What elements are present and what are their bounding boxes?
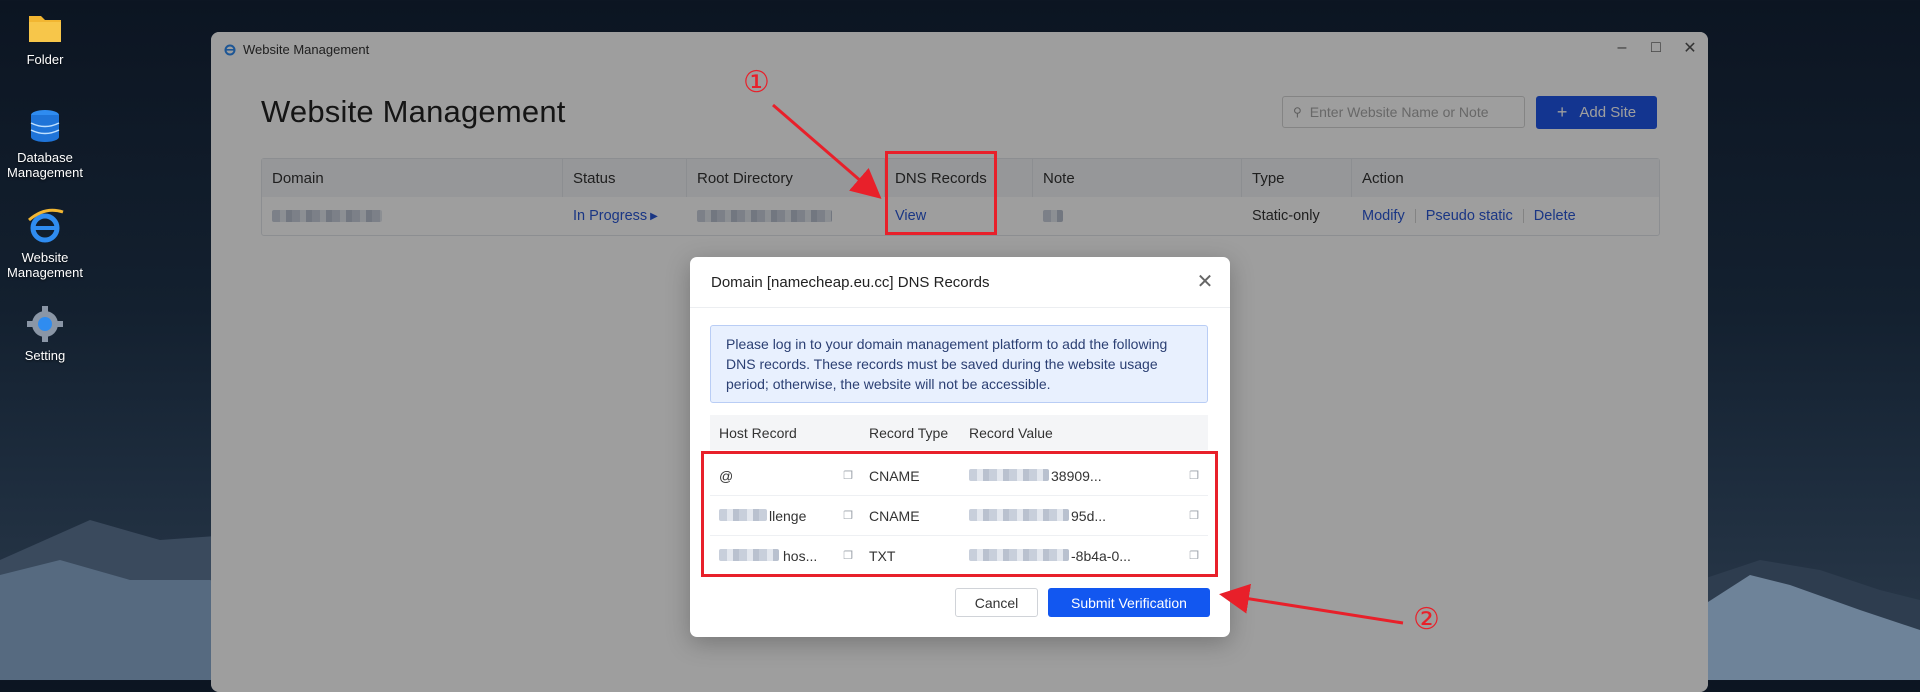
arrow-to-submit bbox=[1219, 583, 1404, 625]
annotation-arrows bbox=[772, 103, 1404, 625]
annotation-step-2: ② bbox=[1413, 602, 1440, 637]
arrow-to-view bbox=[772, 103, 882, 199]
annotation-step-1: ① bbox=[743, 65, 770, 100]
